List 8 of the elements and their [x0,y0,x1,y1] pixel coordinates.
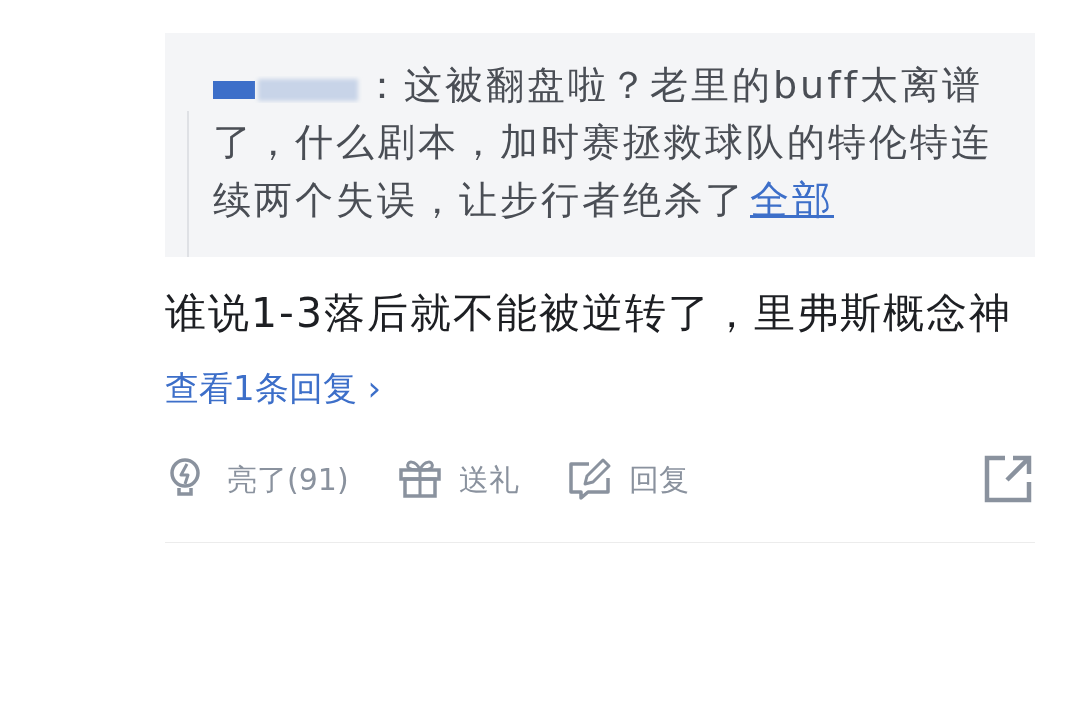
quote-text: ：这被翻盘啦？老里的buff太离谱了，什么剧本，加时赛拯救球队的特伦特连续两个失误，让步行者绝杀了 全部 [213,62,993,224]
view-replies-link[interactable]: 查看1条回复 › [165,363,382,414]
like-button[interactable]: 亮了(91) [165,456,349,502]
reply-button[interactable]: 回复 [566,456,689,502]
gift-button[interactable]: 送礼 [396,456,519,502]
expand-link[interactable]: 全部 [750,177,834,222]
comment-text: 谁说1-3落后就不能被逆转了，里弗斯概念神 [165,288,1013,339]
edit-comment-icon [566,456,613,502]
